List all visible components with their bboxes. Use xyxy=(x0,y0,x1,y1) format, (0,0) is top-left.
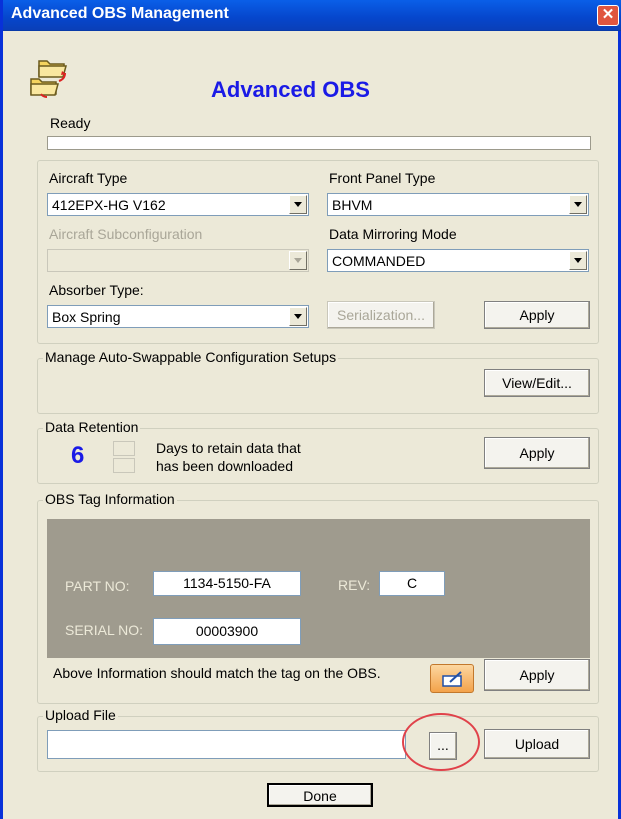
edit-tag-button[interactable] xyxy=(430,664,474,693)
aircraft-type-value: 412EPX-HG V162 xyxy=(52,197,166,213)
auto-swappable-legend: Manage Auto-Swappable Configuration Setu… xyxy=(43,349,339,365)
data-mirroring-mode-select[interactable]: COMMANDED xyxy=(327,249,589,272)
part-number-field[interactable]: 1134-5150-FA xyxy=(153,571,301,596)
serial-number-field[interactable]: 00003900 xyxy=(153,618,301,645)
aircraft-subconfiguration-select xyxy=(47,249,309,272)
revision-label: REV: xyxy=(338,577,371,593)
chevron-down-icon xyxy=(289,251,307,270)
window-title: Advanced OBS Management xyxy=(11,5,229,22)
revision-field[interactable]: C xyxy=(379,571,445,596)
obs-folders-icon xyxy=(30,60,67,98)
spin-down-arrow xyxy=(113,458,135,473)
chevron-down-icon[interactable] xyxy=(289,307,307,326)
chevron-down-icon[interactable] xyxy=(569,251,587,270)
aircraft-type-label: Aircraft Type xyxy=(49,170,128,186)
aircraft-type-select[interactable]: 412EPX-HG V162 xyxy=(47,193,309,216)
config-apply-button[interactable]: Apply xyxy=(484,301,590,329)
tag-apply-label: Apply xyxy=(519,667,555,683)
done-button-label: Done xyxy=(303,788,337,804)
serial-number-label: SERIAL NO: xyxy=(65,622,144,638)
absorber-type-value: Box Spring xyxy=(52,309,121,325)
retention-description-line1: Days to retain data that xyxy=(156,440,301,456)
title-bar[interactable]: Advanced OBS Management ✕ xyxy=(3,0,621,31)
retention-apply-label: Apply xyxy=(519,445,555,461)
config-apply-label: Apply xyxy=(519,307,555,323)
retention-apply-button[interactable]: Apply xyxy=(484,437,590,469)
data-retention-legend: Data Retention xyxy=(43,419,141,435)
tag-match-note: Above Information should match the tag o… xyxy=(53,665,381,681)
aircraft-subconfiguration-label: Aircraft Subconfiguration xyxy=(49,226,203,242)
spin-up-arrow xyxy=(113,441,135,456)
app-title: Advanced OBS xyxy=(211,77,370,102)
tag-apply-button[interactable]: Apply xyxy=(484,659,590,691)
chevron-down-icon[interactable] xyxy=(569,195,587,214)
retention-days-spinner xyxy=(113,441,135,474)
serialization-button: Serialization... xyxy=(327,301,435,329)
edit-tag-icon xyxy=(442,671,462,687)
browse-highlight-circle xyxy=(402,713,480,771)
upload-button-label: Upload xyxy=(514,736,560,752)
front-panel-type-select[interactable]: BHVM xyxy=(327,193,589,216)
chevron-down-icon[interactable] xyxy=(289,195,307,214)
retention-description-line2: has been downloaded xyxy=(156,458,294,474)
close-button[interactable]: ✕ xyxy=(597,5,619,26)
front-panel-type-value: BHVM xyxy=(332,197,373,213)
part-number-label: PART NO: xyxy=(65,578,130,594)
data-mirroring-mode-label: Data Mirroring Mode xyxy=(329,226,457,242)
status-text: Ready xyxy=(50,115,91,131)
absorber-type-select[interactable]: Box Spring xyxy=(47,305,309,328)
obs-tag-legend: OBS Tag Information xyxy=(43,491,177,507)
upload-file-legend: Upload File xyxy=(43,707,118,723)
close-icon: ✕ xyxy=(601,6,615,23)
serialization-button-label: Serialization... xyxy=(337,307,425,323)
status-progress-bar xyxy=(47,136,591,150)
upload-file-path-input[interactable] xyxy=(47,730,406,759)
upload-button[interactable]: Upload xyxy=(484,729,590,759)
retention-days-value: 6 xyxy=(71,442,85,469)
absorber-type-label: Absorber Type: xyxy=(49,282,144,298)
obs-management-window: Advanced OBS Management ✕ Advanced OBS R… xyxy=(0,0,621,819)
front-panel-type-label: Front Panel Type xyxy=(329,170,436,186)
view-edit-button[interactable]: View/Edit... xyxy=(484,369,590,397)
done-button[interactable]: Done xyxy=(267,783,373,807)
view-edit-label: View/Edit... xyxy=(502,375,572,391)
data-mirroring-mode-value: COMMANDED xyxy=(332,253,426,269)
